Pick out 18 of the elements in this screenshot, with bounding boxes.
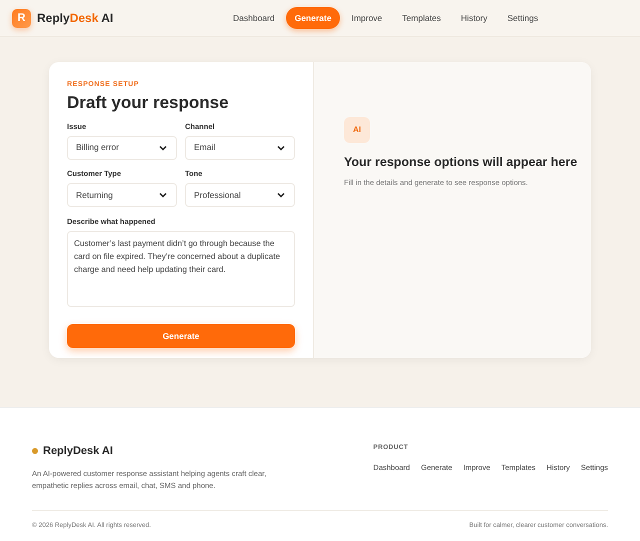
chevron-down-icon (276, 190, 286, 200)
nav-link[interactable]: Dashboard (224, 6, 284, 30)
nav-link[interactable]: Templates (393, 6, 450, 30)
nav-link[interactable]: History (452, 6, 496, 30)
nav-link[interactable]: Settings (498, 6, 548, 30)
description-field[interactable]: Customer’s last payment didn’t go through because the card on file expired. They’re concerned about a duplicate charge and need help updating their card. (67, 231, 295, 308)
select-field[interactable]: Returning (67, 183, 177, 207)
form-title: Draft your response (67, 92, 230, 112)
brand-name: ReplyDesk AI (37, 10, 114, 27)
nav-link[interactable]: Improve (342, 6, 392, 30)
logo-icon: R (12, 8, 31, 28)
chevron-down-icon (158, 190, 168, 200)
ai-badge: AI (344, 117, 370, 143)
select-field[interactable]: Email (185, 136, 295, 160)
footer-brand: ReplyDesk AI (43, 444, 113, 459)
select-field[interactable]: Billing error (67, 136, 177, 160)
empty-state-title: Your response options will appear here (344, 154, 578, 171)
select-field[interactable]: Professional (185, 183, 295, 207)
